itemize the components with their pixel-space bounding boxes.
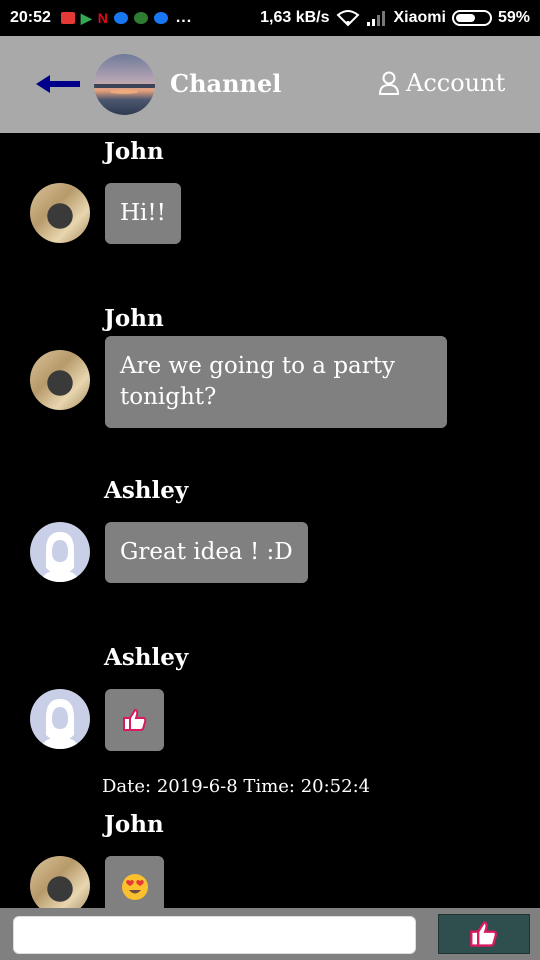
user-icon xyxy=(378,71,400,95)
status-time: 20:52 xyxy=(10,9,51,26)
message-input[interactable] xyxy=(13,916,416,954)
mcdonalds-icon xyxy=(133,12,148,24)
play-store-icon: ▶ xyxy=(80,9,92,26)
message-bubble[interactable]: Are we going to a party tonight? xyxy=(105,336,447,428)
sender-name: John xyxy=(104,305,164,332)
facebook-icon xyxy=(153,12,168,24)
channel-title: Channel xyxy=(170,69,282,98)
sender-name: Ashley xyxy=(104,644,189,671)
wifi-icon xyxy=(336,10,359,27)
app-header: Channel Account xyxy=(0,36,540,133)
message-bubble[interactable]: Hi!! xyxy=(105,183,181,244)
avatar[interactable] xyxy=(30,350,90,410)
sender-name: John xyxy=(104,138,164,165)
network-speed: 1,63 kB/s xyxy=(260,9,330,26)
account-link[interactable]: Account xyxy=(378,69,505,97)
more-notifications-icon: ... xyxy=(175,9,193,26)
message-input-bar xyxy=(0,908,540,960)
send-like-button[interactable] xyxy=(438,914,530,954)
thumbs-up-icon xyxy=(122,708,146,731)
netflix-icon: N xyxy=(97,10,108,26)
status-bar: 20:52 ▶ N ... 1,63 kB/s Xiaomi 59% xyxy=(0,0,540,36)
sender-name: John xyxy=(104,811,164,838)
sender-name: Ashley xyxy=(104,477,189,504)
thumbs-up-icon xyxy=(470,921,498,947)
battery-icon xyxy=(451,10,492,26)
channel-avatar[interactable] xyxy=(94,54,155,115)
avatar[interactable] xyxy=(30,689,90,749)
facebook-icon xyxy=(113,12,128,24)
signal-icon xyxy=(366,11,385,26)
avatar[interactable] xyxy=(30,522,90,582)
carrier-name: Xiaomi xyxy=(393,9,446,26)
message-bubble[interactable] xyxy=(105,689,164,751)
back-arrow-icon[interactable] xyxy=(34,72,82,96)
youtube-icon xyxy=(60,12,75,24)
chat-messages[interactable]: John Hi!! John Are we going to a party t… xyxy=(0,133,540,908)
avatar[interactable] xyxy=(30,856,90,908)
heart-eyes-emoji-icon xyxy=(121,874,148,900)
account-label: Account xyxy=(406,69,506,97)
avatar[interactable] xyxy=(30,183,90,243)
notification-icons: ▶ N ... xyxy=(60,9,193,27)
date-separator: Date: 2019-6-8 Time: 20:52:4 xyxy=(102,776,371,797)
battery-percent: 59% xyxy=(497,9,530,26)
message-bubble[interactable] xyxy=(105,856,164,908)
message-bubble[interactable]: Great idea ! :D xyxy=(105,522,308,583)
